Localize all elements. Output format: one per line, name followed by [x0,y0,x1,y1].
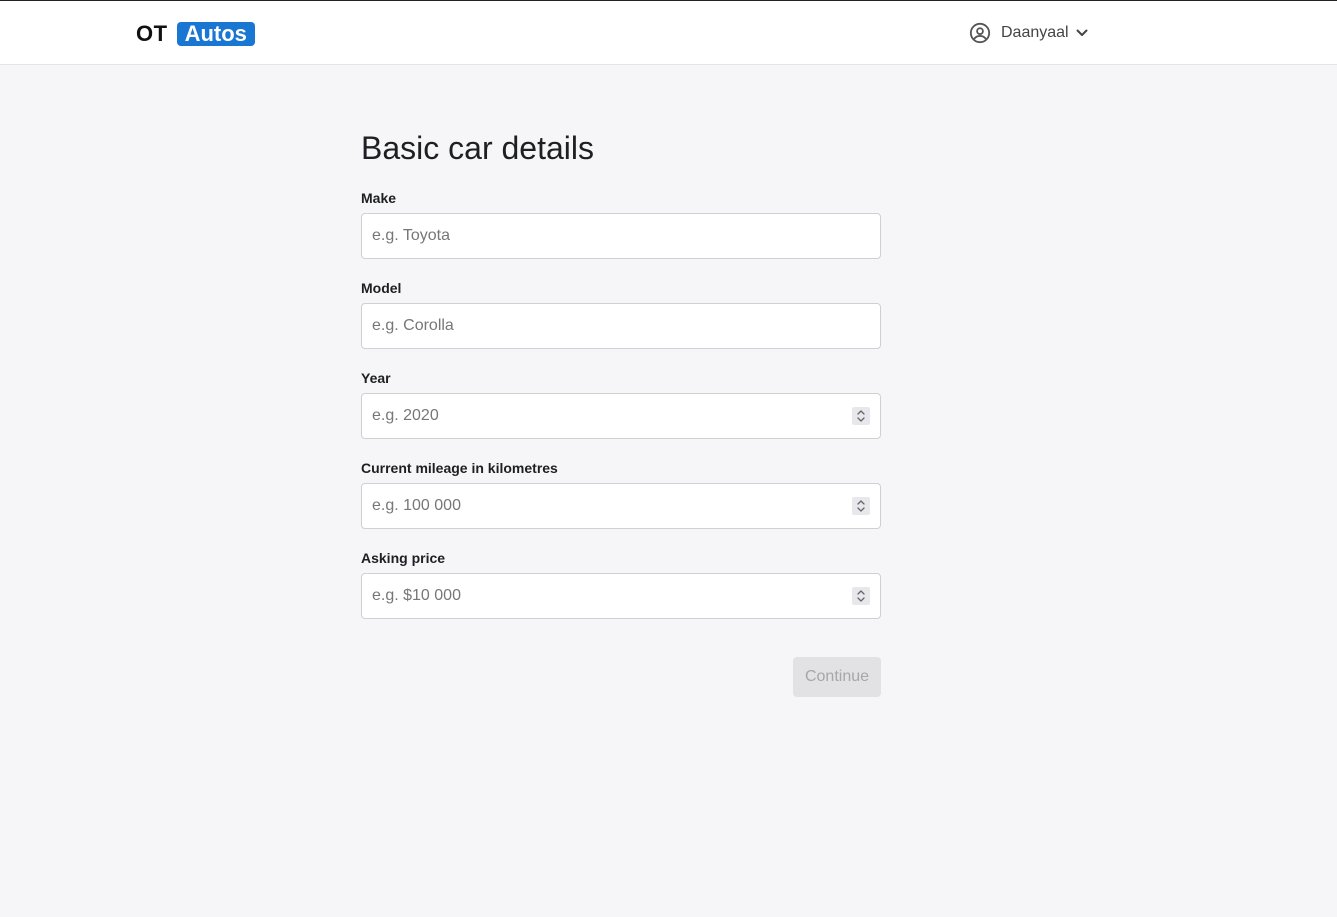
year-field-group: Year [361,369,881,439]
user-menu-button[interactable]: Daanyaal [969,21,1089,45]
user-name: Daanyaal [1001,24,1069,41]
price-label: Asking price [361,550,446,566]
stepper-arrows-icon [857,590,865,602]
price-stepper[interactable] [852,587,870,605]
top-nav-bar: OT Autos Daanyaal [0,1,1337,65]
logo-text-autos: Autos [176,22,255,46]
make-field-group: Make [361,189,881,259]
year-stepper[interactable] [852,407,870,425]
chevron-down-icon [1076,29,1088,36]
continue-button[interactable]: Continue [793,657,881,697]
make-input-wrapper [361,213,881,259]
year-input-wrapper [361,393,881,439]
stepper-arrows-icon [857,500,865,512]
stepper-arrows-icon [857,410,865,422]
mileage-input-wrapper [361,483,881,529]
mileage-input[interactable] [361,483,881,529]
price-input-wrapper [361,573,881,619]
mileage-label: Current mileage in kilometres [361,460,558,476]
make-label: Make [361,190,397,206]
year-input[interactable] [361,393,881,439]
year-label: Year [361,370,391,386]
mileage-stepper[interactable] [852,497,870,515]
model-field-group: Model [361,279,881,349]
site-logo[interactable]: OT Autos [136,21,255,47]
model-input-wrapper [361,303,881,349]
model-input[interactable] [361,303,881,349]
model-label: Model [361,280,402,296]
basic-car-details-form: Basic car details Make Model Year Curren… [361,128,881,697]
page-title: Basic car details [361,130,594,166]
price-field-group: Asking price [361,549,881,619]
mileage-field-group: Current mileage in kilometres [361,459,881,529]
asking-price-input[interactable] [361,573,881,619]
logo-text-ot: OT [136,21,168,46]
user-circle-icon [969,22,991,44]
make-input[interactable] [361,213,881,259]
